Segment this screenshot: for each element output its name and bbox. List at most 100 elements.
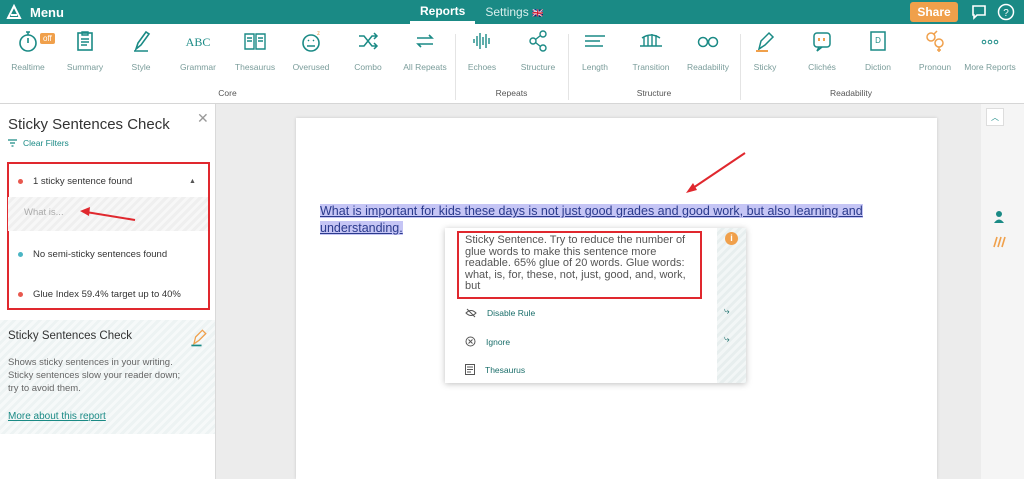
structure-label: Structure: [520, 62, 556, 72]
help-icon[interactable]: ?: [997, 3, 1015, 21]
more-reports-label: More Reports: [964, 62, 1016, 72]
status-dot: [18, 292, 23, 297]
echoes-button[interactable]: Echoes: [452, 28, 512, 72]
sticky-label: Sticky: [753, 62, 777, 72]
structure-button[interactable]: Structure: [508, 28, 568, 72]
svg-text:z: z: [317, 31, 320, 37]
tab-reports[interactable]: Reports: [410, 0, 476, 24]
soundwave-icon: [473, 33, 490, 49]
filter-icon: [8, 139, 17, 147]
tab-settings[interactable]: Settings 🇬🇧: [475, 0, 553, 24]
result-glue-index-label: Glue Index 59.4% target up to 40%: [33, 289, 181, 300]
user-icon[interactable]: [992, 210, 1006, 224]
network-icon: [529, 30, 547, 52]
result-sticky-label: 1 sticky sentence found: [33, 176, 133, 187]
collapse-icon[interactable]: ︿: [986, 108, 1004, 126]
sticky-sentence-preview[interactable]: What is...: [8, 197, 208, 231]
summary-label: Summary: [66, 62, 104, 72]
style-button[interactable]: Style: [111, 28, 171, 72]
eye-slash-icon: [465, 308, 477, 318]
pronoun-label: Pronoun: [918, 62, 952, 72]
pencil-icon: [134, 30, 151, 52]
result-semi-sticky-label: No semi-sticky sentences found: [33, 249, 168, 260]
glue-icon: [756, 31, 775, 52]
echoes-label: Echoes: [467, 62, 497, 72]
menu-button[interactable]: Menu: [6, 4, 64, 20]
close-icon[interactable]: ✕: [197, 110, 209, 127]
tab-settings-label: Settings: [485, 5, 529, 19]
combo-button[interactable]: Combo: [338, 28, 398, 72]
readability-label: Readability: [686, 62, 730, 72]
report-ribbon: off Realtime Summary Style ABC Grammar T…: [0, 24, 1024, 104]
realtime-button[interactable]: Realtime: [0, 28, 58, 72]
popup-message: Sticky Sentence. Try to reduce the numbe…: [457, 231, 702, 299]
uk-flag-icon: 🇬🇧: [532, 8, 544, 18]
sticky-button[interactable]: Sticky: [735, 28, 795, 72]
cancel-icon: [465, 336, 476, 347]
style-label: Style: [131, 62, 151, 72]
clear-filters-label: Clear Filters: [23, 138, 69, 148]
dictionary-icon: D: [870, 31, 886, 51]
ignore-button[interactable]: Ignore: [465, 336, 510, 347]
stopwatch-icon: [19, 31, 37, 52]
grammar-label: Grammar: [180, 62, 216, 72]
group-structure-label: Structure: [636, 88, 672, 98]
thesaurus-button[interactable]: Thesaurus: [225, 28, 285, 72]
combo-label: Combo: [354, 62, 382, 72]
svg-text:?: ?: [1003, 8, 1009, 19]
more-reports-button[interactable]: More Reports: [960, 28, 1020, 72]
logo-icon: [6, 4, 22, 19]
all-repeats-button[interactable]: All Repeats: [395, 28, 455, 72]
cliches-button[interactable]: Clichés: [792, 28, 852, 72]
document-icon: [465, 364, 475, 375]
chevron-up-icon[interactable]: ▲: [189, 178, 196, 185]
comment-icon[interactable]: [970, 3, 988, 21]
top-bar: Menu Reports Settings 🇬🇧 Share ?: [0, 0, 1024, 24]
more-about-link[interactable]: More about this report: [8, 411, 106, 422]
summary-button[interactable]: Summary: [55, 28, 115, 72]
shuffle-icon: [359, 32, 379, 50]
clipboard-icon: [77, 31, 93, 51]
ignore-label: Ignore: [486, 336, 511, 347]
redo-arrow-icon[interactable]: ⤷: [724, 334, 730, 345]
result-semi-sticky[interactable]: No semi-sticky sentences found: [18, 249, 167, 260]
group-core-label: Core: [218, 88, 237, 98]
result-sticky[interactable]: 1 sticky sentence found: [18, 176, 132, 187]
thesaurus-label: Thesaurus: [234, 62, 276, 72]
report-info-panel: Sticky Sentences Check Shows sticky sent…: [0, 320, 215, 434]
popup-side-panel: [717, 228, 746, 383]
clear-filters-button[interactable]: Clear Filters: [8, 138, 69, 148]
bridge-icon: [640, 34, 662, 47]
overused-button[interactable]: z Overused: [281, 28, 341, 72]
realtime-label: Realtime: [11, 62, 45, 72]
diction-button[interactable]: D Diction: [848, 28, 908, 72]
repeat-icon: [416, 34, 434, 48]
disable-rule-button[interactable]: Disable Rule: [465, 308, 535, 318]
length-button[interactable]: Length: [565, 28, 625, 72]
result-glue-index[interactable]: Glue Index 59.4% target up to 40%: [18, 289, 181, 300]
info-icon: i: [725, 232, 738, 245]
ruler-icon: [585, 35, 605, 47]
glue-icon: [191, 329, 207, 347]
disable-rule-label: Disable Rule: [487, 308, 536, 318]
info-description: Shows sticky sentences in your writing. …: [8, 357, 181, 394]
group-repeats-label: Repeats: [495, 88, 528, 98]
book-icon: [244, 33, 266, 50]
group-readability-label: Readability: [829, 88, 873, 98]
redo-arrow-icon[interactable]: ⤷: [724, 306, 730, 317]
transition-button[interactable]: Transition: [621, 28, 681, 72]
stats-icon[interactable]: [992, 234, 1006, 248]
share-button[interactable]: Share: [910, 2, 958, 22]
thesaurus-action-label: Thesaurus: [485, 364, 526, 375]
menu-label: Menu: [30, 4, 64, 20]
diction-label: Diction: [865, 62, 891, 72]
pronoun-button[interactable]: Pronoun: [905, 28, 965, 72]
abc-icon: ABC: [186, 35, 211, 49]
gender-icon: [926, 30, 944, 52]
status-dot: [18, 252, 23, 257]
length-label: Length: [582, 62, 608, 72]
thesaurus-action-button[interactable]: Thesaurus: [465, 364, 525, 375]
transition-label: Transition: [632, 62, 670, 72]
grammar-button[interactable]: ABC Grammar: [168, 28, 228, 72]
readability-button[interactable]: Readability: [678, 28, 738, 72]
